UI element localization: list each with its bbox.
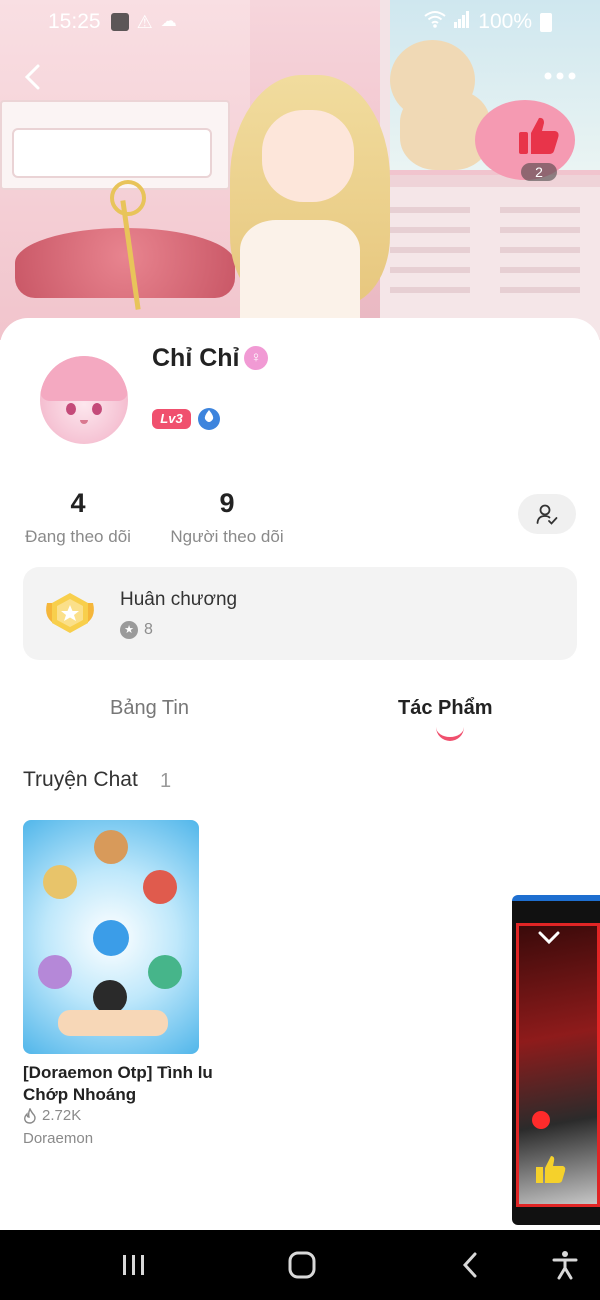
medal-count-row: ★ 8: [120, 621, 153, 639]
home-button[interactable]: [282, 1248, 322, 1282]
following-stat[interactable]: 4 Đang theo dõi: [22, 488, 134, 547]
tab-feed[interactable]: Bảng Tin: [110, 697, 189, 720]
battery-icon: [540, 12, 552, 32]
water-drop-badge-icon: [198, 408, 220, 430]
following-count: 4: [70, 488, 86, 518]
follow-status-button[interactable]: [518, 494, 576, 534]
section-title: Truyện Chat: [23, 768, 138, 791]
level-badge: Lv3: [152, 409, 191, 429]
chevron-left-icon: [24, 64, 40, 90]
medal-icon: [41, 589, 99, 639]
like-button[interactable]: [515, 112, 563, 160]
followers-label: Người theo dõi: [170, 527, 284, 546]
back-button[interactable]: [18, 62, 48, 96]
like-count: 2: [521, 163, 557, 181]
avatar[interactable]: [40, 356, 128, 444]
fire-icon: [24, 1107, 36, 1124]
home-icon: [288, 1251, 316, 1279]
followers-count: 9: [219, 488, 235, 518]
back-arrow-icon: [462, 1252, 477, 1278]
notification-icon: [110, 13, 129, 31]
story-tag[interactable]: Doraemon: [23, 1130, 93, 1147]
signal-icon: [454, 10, 470, 34]
status-bar: 15:25 ⚠ ☁ 100%: [0, 0, 600, 44]
story-views: 2.72K: [23, 1107, 81, 1124]
person-check-icon: [536, 504, 558, 525]
medal-count: 8: [144, 621, 153, 638]
story-cover-image[interactable]: [23, 820, 199, 1054]
chevron-down-icon[interactable]: [538, 925, 560, 951]
accessibility-icon: [552, 1251, 578, 1280]
status-time: 15:25: [48, 10, 101, 33]
star-badge-icon: ★: [120, 621, 138, 639]
followers-stat[interactable]: 9 Người theo dõi: [166, 488, 288, 547]
recent-apps-button[interactable]: [114, 1248, 154, 1282]
weather-icon: ☁: [160, 13, 177, 30]
story-title[interactable]: [Doraemon Otp] Tình lu Chớp Nhoáng: [23, 1062, 213, 1106]
floating-video-player[interactable]: [512, 895, 600, 1225]
medal-title: Huân chương: [120, 589, 238, 610]
battery-level: 100%: [478, 10, 532, 33]
recent-apps-icon: [123, 1255, 144, 1275]
record-dot-icon: [532, 1111, 550, 1129]
wifi-icon: [424, 10, 446, 34]
tab-works[interactable]: Tác Phẩm: [398, 697, 492, 720]
medal-panel[interactable]: Huân chương ★ 8: [23, 567, 577, 660]
gender-female-icon: ♀: [244, 346, 268, 370]
story-view-count: 2.72K: [42, 1107, 82, 1124]
accessibility-button[interactable]: [545, 1248, 585, 1282]
more-dots-icon: [544, 72, 576, 80]
video-thumbs-up-icon: [534, 1153, 568, 1195]
system-back-button[interactable]: [450, 1248, 490, 1282]
system-navigation-bar: [0, 1230, 600, 1300]
profile-cover-image: [0, 0, 600, 340]
section-count: 1: [160, 770, 172, 792]
following-label: Đang theo dõi: [25, 527, 131, 546]
profile-name: Chỉ Chỉ: [152, 344, 240, 372]
warning-icon: ⚠: [136, 12, 153, 32]
more-options-button[interactable]: [538, 62, 582, 92]
thumbs-up-icon: [519, 117, 559, 154]
